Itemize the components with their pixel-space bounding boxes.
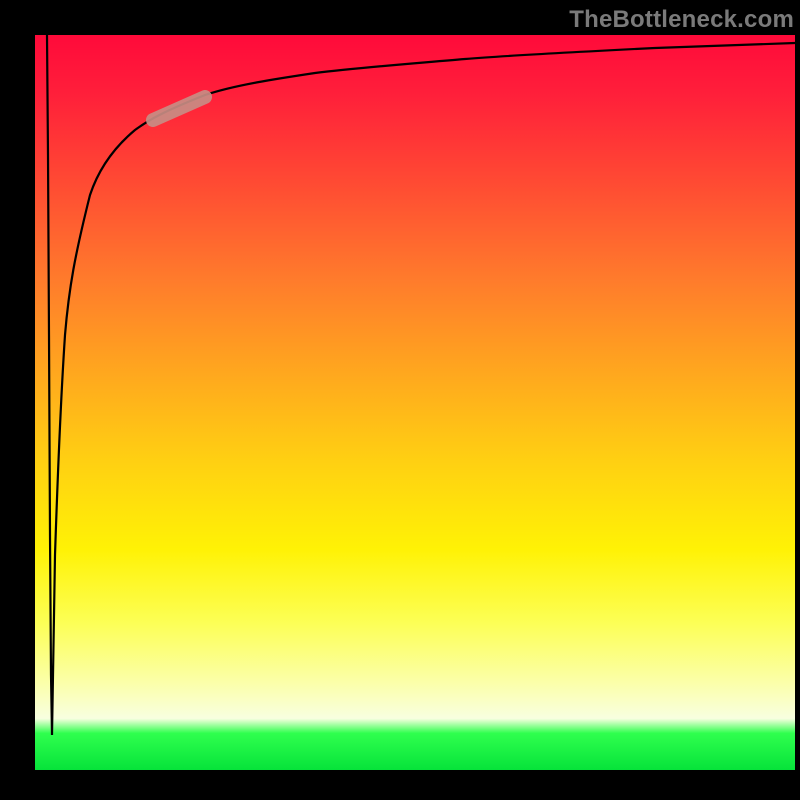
chart-stage: TheBottleneck.com <box>0 0 800 800</box>
watermark-text: TheBottleneck.com <box>569 6 794 34</box>
gradient-plot-area <box>35 35 795 770</box>
